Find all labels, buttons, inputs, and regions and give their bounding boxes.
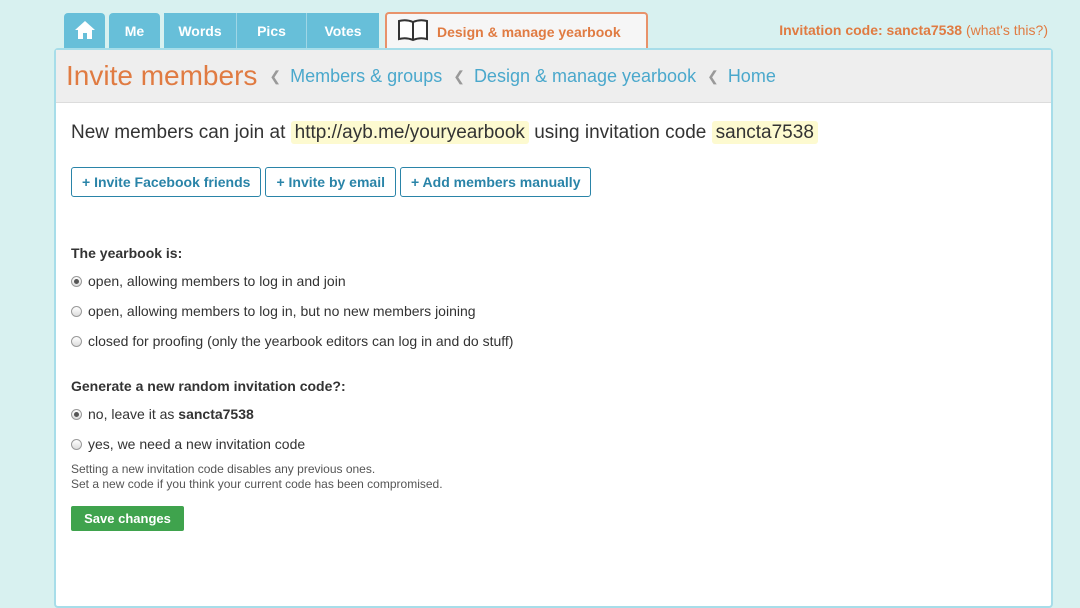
tab-words[interactable]: Words [164,13,237,49]
tab-group: Words Pics Votes [164,13,379,49]
status-option-open-no-join[interactable]: open, allowing members to log in, but no… [71,296,1041,326]
status-option-open[interactable]: open, allowing members to log in and joi… [71,266,1041,296]
top-nav-tabs: Me Words Pics Votes Design & manage year… [64,12,648,49]
tab-design-manage-yearbook[interactable]: Design & manage yearbook [385,12,648,49]
radio-button[interactable] [71,305,82,317]
radio-button[interactable] [71,275,82,287]
radio-button[interactable] [71,408,82,420]
book-icon [397,18,437,45]
invite-email-button[interactable]: + Invite by email [265,167,396,197]
page-title: Invite members [66,60,258,91]
add-members-manually-button[interactable]: + Add members manually [400,167,592,197]
radio-button[interactable] [71,335,82,347]
intro-text: New members can join at http://ayb.me/yo… [71,120,1041,146]
whats-this-link[interactable]: what's this? [971,22,1044,38]
yearbook-status-label: The yearbook is: [71,245,183,261]
breadcrumb-members-groups[interactable]: Members & groups [290,66,442,87]
breadcrumb: Invite members ❮ Members & groups ❮ Desi… [56,50,1051,103]
status-option-closed[interactable]: closed for proofing (only the yearbook e… [71,326,1041,356]
invitation-code-info: Invitation code: sancta7538 (what's this… [779,22,1048,38]
tab-pics[interactable]: Pics [237,13,307,49]
content: New members can join at http://ayb.me/yo… [71,120,1041,531]
breadcrumb-design-manage-yearbook[interactable]: Design & manage yearbook [474,66,696,87]
chevron-left-icon: ❮ [453,67,465,84]
home-icon [74,20,96,43]
tab-me[interactable]: Me [109,13,160,49]
tab-home[interactable] [64,13,105,49]
tab-votes[interactable]: Votes [307,13,379,49]
breadcrumb-home[interactable]: Home [728,66,776,87]
main-panel: Invite members ❮ Members & groups ❮ Desi… [54,48,1053,608]
invitation-code-label: Invitation code: sancta7538 [779,22,963,38]
save-changes-button[interactable]: Save changes [71,506,184,531]
new-code-label: Generate a new random invitation code?: [71,378,346,394]
chevron-left-icon: ❮ [269,67,282,84]
invite-buttons: + Invite Facebook friends + Invite by em… [71,167,1041,197]
new-code-option-no[interactable]: no, leave it as sancta7538 [71,399,1041,429]
join-url: http://ayb.me/youryearbook [290,121,529,144]
new-code-help: Setting a new invitation code disables a… [71,462,443,491]
invitation-code: sancta7538 [711,121,818,144]
new-code-option-yes[interactable]: yes, we need a new invitation code [71,429,1041,459]
radio-button[interactable] [71,438,82,450]
chevron-left-icon: ❮ [707,67,719,84]
invite-facebook-button[interactable]: + Invite Facebook friends [71,167,262,197]
current-code: sancta7538 [178,406,254,422]
